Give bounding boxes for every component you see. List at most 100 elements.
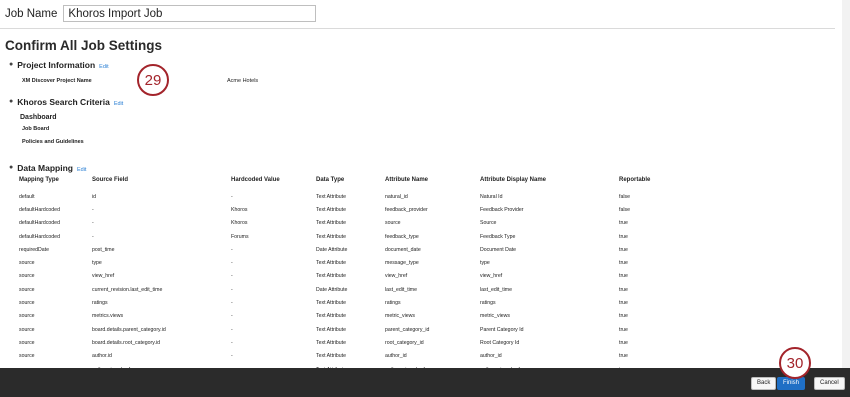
search-criteria-edit-link[interactable]: Edit	[114, 101, 123, 107]
step-callout-29: 29	[137, 64, 169, 96]
table-cell: Parent Category Id	[480, 326, 524, 333]
table-cell: source	[19, 260, 35, 267]
table-cell: true	[619, 246, 628, 253]
finish-button[interactable]: Finish	[777, 377, 806, 390]
project-information-edit-link[interactable]: Edit	[99, 64, 108, 70]
table-cell: metrics.views	[92, 313, 124, 320]
table-cell: -	[231, 326, 233, 333]
table-cell: Feedback Provider	[480, 206, 524, 213]
table-cell: view_href	[385, 273, 408, 280]
table-cell: true	[619, 326, 628, 333]
table-cell: true	[619, 300, 628, 307]
table-cell: Text Attribute	[316, 220, 346, 227]
table-row: source type - Text Attribute message_type typ…	[19, 256, 679, 269]
table-row: source view_href - Text Attribute view_href v…	[19, 270, 679, 283]
search-criteria-title: Khoros Search Criteria	[17, 97, 110, 107]
table-cell: true	[619, 260, 628, 267]
table-cell: Text Attribute	[316, 193, 346, 200]
table-cell: true	[619, 220, 628, 227]
table-cell: source	[19, 313, 35, 320]
table-cell: Khoros	[231, 206, 248, 213]
table-cell: false	[619, 193, 630, 200]
table-cell: true	[619, 286, 628, 293]
board-item: Policies and Guidelines	[22, 139, 84, 145]
table-cell: true	[619, 233, 628, 240]
project-information-title: Project Information	[17, 60, 96, 70]
table-cell: default	[19, 193, 35, 200]
divider	[0, 28, 835, 29]
table-cell: -	[231, 353, 233, 360]
table-row: source current_revision.last_edit_time - Da…	[19, 283, 679, 296]
table-cell: source	[19, 339, 35, 346]
table-cell: feedback_type	[385, 233, 419, 240]
table-cell: Date Attribute	[316, 286, 348, 293]
column-header: Mapping Type	[19, 177, 59, 183]
table-row: source metrics.views - Text Attribute metric…	[19, 310, 679, 323]
table-cell: defaultHardcoded	[19, 206, 60, 213]
table-cell: post_time	[92, 246, 115, 253]
table-row: source ratings - Text Attribute ratings ratin…	[19, 296, 679, 309]
job-name-row: Job Name	[5, 5, 317, 22]
table-row: source board.details.root_category.id - Tex…	[19, 336, 679, 349]
board-item: Job Board	[22, 126, 50, 132]
table-cell: source	[19, 286, 35, 293]
table-cell: view_href	[92, 273, 115, 280]
table-row: defaultHardcoded - Khoros Text Attribute fee…	[19, 203, 679, 216]
table-cell: metric_views	[385, 313, 415, 320]
table-cell: Text Attribute	[316, 300, 346, 307]
bullet-icon: ●	[9, 61, 14, 68]
table-cell: board.details.root_category.id	[92, 339, 160, 346]
table-cell: -	[231, 339, 233, 346]
table-cell: false	[619, 206, 630, 213]
table-cell: metric_views	[480, 313, 510, 320]
table-cell: last_edit_time	[480, 286, 513, 293]
table-cell: source	[19, 353, 35, 360]
table-cell: root_category_id	[385, 339, 424, 346]
cancel-button[interactable]: Cancel	[814, 377, 845, 390]
table-cell: Feedback Type	[480, 233, 516, 240]
table-cell: feedback_provider	[385, 206, 428, 213]
table-cell: Forums	[231, 233, 249, 240]
table-cell: requiredDate	[19, 246, 49, 253]
table-cell: Text Attribute	[316, 273, 346, 280]
step-callout-30: 30	[779, 347, 811, 379]
table-cell: message_type	[385, 260, 419, 267]
table-cell: Text Attribute	[316, 353, 346, 360]
table-cell: document_date	[385, 246, 421, 253]
table-cell: parent_category_id	[385, 326, 430, 333]
table-cell: Text Attribute	[316, 233, 346, 240]
table-cell: true	[619, 313, 628, 320]
table-cell: -	[92, 220, 94, 227]
back-button[interactable]: Back	[751, 377, 777, 390]
scrollbar-track[interactable]	[842, 0, 850, 368]
search-criteria-header: ● Khoros Search Criteria Edit	[9, 97, 123, 107]
table-cell: ratings	[480, 300, 496, 307]
table-cell: author.id	[92, 353, 112, 360]
table-cell: Natural Id	[480, 193, 503, 200]
table-cell: -	[231, 273, 233, 280]
table-cell: view_href	[480, 273, 503, 280]
table-cell: true	[619, 273, 628, 280]
data-mapping-table: Mapping Type Source Field Hardcoded Valu…	[19, 177, 679, 376]
table-cell: Date Attribute	[316, 246, 348, 253]
table-cell: source	[19, 300, 35, 307]
table-cell: Text Attribute	[316, 260, 346, 267]
table-cell: author_id	[385, 353, 407, 360]
table-cell: -	[231, 300, 233, 307]
column-header: Attribute Name	[385, 177, 429, 183]
data-mapping-title: Data Mapping	[17, 163, 73, 173]
bullet-icon: ●	[9, 164, 14, 171]
table-cell: Text Attribute	[316, 313, 346, 320]
table-cell: -	[231, 260, 233, 267]
table-cell: Text Attribute	[316, 326, 346, 333]
table-cell: defaultHardcoded	[19, 233, 60, 240]
job-name-label: Job Name	[5, 7, 58, 20]
data-mapping-header: ● Data Mapping Edit	[9, 163, 86, 173]
data-mapping-edit-link[interactable]: Edit	[77, 167, 86, 173]
table-cell: source	[19, 326, 35, 333]
job-name-input[interactable]	[63, 5, 317, 22]
table-cell: type	[480, 260, 490, 267]
project-name-label: XM Discover Project Name	[22, 78, 92, 84]
footer-bar	[0, 368, 850, 397]
table-row: source board.details.parent_category.id - T…	[19, 323, 679, 336]
